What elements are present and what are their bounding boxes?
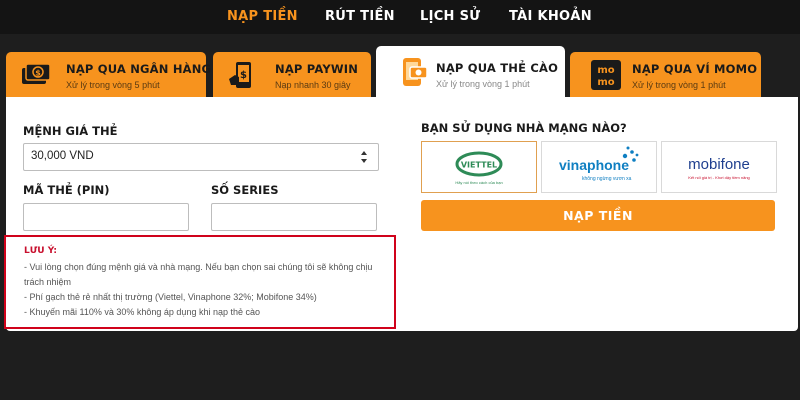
denomination-select[interactable]: 30,000 VND xyxy=(23,143,379,171)
note-line: - Phí gạch thẻ rẻ nhất thị trường (Viett… xyxy=(24,292,317,302)
tab-scratch-card[interactable]: NẠP QUA THẺ CÀO Xử lý trong vòng 1 phút xyxy=(376,46,565,98)
note-line: trách nhiệm xyxy=(24,277,72,287)
vinaphone-logo: vinaphone không ngừng vươn xa xyxy=(559,146,639,182)
mobifone-logo: mobifone Kết nối giá trị - Khơi dậy tiềm… xyxy=(688,156,750,180)
tab-subtitle: Xử lý trong vòng 1 phút xyxy=(632,80,726,90)
nav-deposit[interactable]: NẠP TIỀN xyxy=(227,9,298,24)
tab-subtitle: Nạp nhanh 30 giây xyxy=(275,80,351,90)
svg-text:$: $ xyxy=(240,70,247,81)
viettel-logo-text: VIETTEL xyxy=(461,161,497,170)
tab-title: NẠP QUA NGÂN HÀNG xyxy=(66,62,212,76)
pin-label: MÃ THẺ (PIN) xyxy=(23,183,110,197)
serial-input[interactable] xyxy=(211,203,377,231)
viettel-tagline: Hãy nói theo cách của bạn xyxy=(455,180,502,185)
carrier-question: BẠN SỬ DỤNG NHÀ MẠNG NÀO? xyxy=(421,121,627,135)
cash-icon: $ xyxy=(22,63,51,84)
select-arrows-icon xyxy=(361,151,367,163)
nav-account[interactable]: TÀI KHOẢN xyxy=(509,9,592,24)
svg-text:mo: mo xyxy=(597,65,614,76)
mobifone-logo-text: mobifone xyxy=(688,156,750,173)
carrier-viettel[interactable]: VIETTEL Hãy nói theo cách của bạn xyxy=(421,141,537,193)
phone-card-icon xyxy=(403,58,428,86)
note-line: - Khuyến mãi 110% và 30% không áp dụng k… xyxy=(24,307,260,317)
tab-title: NẠP PAYWIN xyxy=(275,62,359,76)
svg-text:$: $ xyxy=(35,69,41,78)
tab-subtitle: Xử lý trong vòng 1 phút xyxy=(436,79,530,89)
vinaphone-logo-text: vinaphone xyxy=(559,157,629,173)
tab-bank-deposit[interactable]: $ NẠP QUA NGÂN HÀNG Xử lý trong vòng 5 p… xyxy=(6,52,211,97)
tab-title: NẠP QUA VÍ MOMO xyxy=(632,62,758,76)
tab-paywin[interactable]: $ NẠP PAYWIN Nạp nhanh 30 giây xyxy=(213,52,371,97)
mobifone-tagline: Kết nối giá trị - Khơi dậy tiềm năng xyxy=(688,175,750,180)
top-navigation: NẠP TIỀN RÚT TIỀN LỊCH SỬ TÀI KHOẢN xyxy=(0,0,800,34)
nav-history[interactable]: LỊCH SỬ xyxy=(420,9,480,24)
carrier-mobifone[interactable]: mobifone Kết nối giá trị - Khơi dậy tiềm… xyxy=(661,141,777,193)
tab-momo-wallet[interactable]: mo mo NẠP QUA VÍ MOMO Xử lý trong vòng 1… xyxy=(570,52,761,97)
scratch-card-form-panel: MỆNH GIÁ THẺ 30,000 VND MÃ THẺ (PIN) SỐ … xyxy=(4,97,798,331)
submit-deposit-button[interactable]: NẠP TIỀN xyxy=(421,200,775,231)
tab-subtitle: Xử lý trong vòng 5 phút xyxy=(66,80,160,90)
svg-text:mo: mo xyxy=(597,77,614,88)
serial-label: SỐ SERIES xyxy=(211,183,279,197)
note-line: - Vui lòng chọn đúng mệnh giá và nhà mạn… xyxy=(24,262,373,272)
momo-logo: mo mo xyxy=(591,60,621,90)
denomination-value: 30,000 VND xyxy=(31,150,94,162)
carrier-vinaphone[interactable]: vinaphone không ngừng vươn xa xyxy=(541,141,657,193)
denomination-label: MỆNH GIÁ THẺ xyxy=(23,124,118,138)
tab-title: NẠP QUA THẺ CÀO xyxy=(436,61,559,75)
nav-withdraw[interactable]: RÚT TIỀN xyxy=(325,9,395,24)
vinaphone-tagline: không ngừng vươn xa xyxy=(582,176,632,182)
pin-input[interactable] xyxy=(23,203,189,231)
viettel-logo: VIETTEL Hãy nói theo cách của bạn xyxy=(455,151,503,185)
mobile-payment-icon: $ xyxy=(229,62,251,88)
note-title: LƯU Ý: xyxy=(24,246,58,256)
